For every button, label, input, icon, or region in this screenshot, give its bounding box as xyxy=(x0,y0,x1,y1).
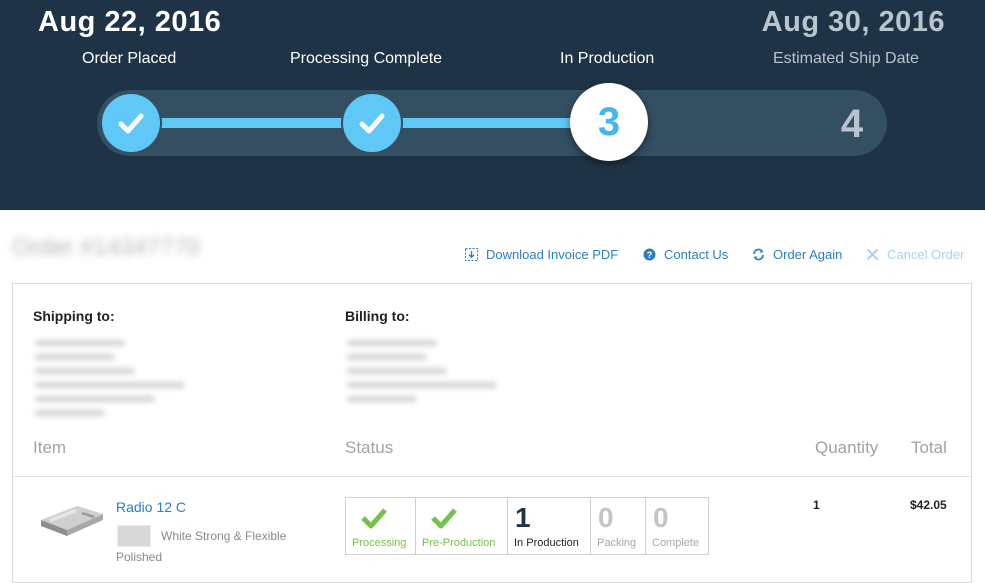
status-count-in-production: 1 xyxy=(515,502,531,533)
order-number-title: Order #14347770 xyxy=(12,234,201,261)
table-divider xyxy=(13,476,971,477)
status-count-complete: 0 xyxy=(653,502,669,533)
question-circle-icon: ? xyxy=(643,248,656,261)
item-total: $42.05 xyxy=(910,498,947,512)
order-details-panel: Shipping to: Billing to: Item Status Qua… xyxy=(12,283,972,583)
item-finish: Polished xyxy=(116,550,163,564)
step-3-current-node: 3 xyxy=(570,83,648,161)
status-caption-complete: Complete xyxy=(652,537,700,549)
step-label-in-production: In Production xyxy=(560,50,655,67)
download-icon xyxy=(465,248,478,261)
status-caption-in-production: In Production xyxy=(514,537,579,549)
status-cell-processing: Processing xyxy=(346,498,416,554)
item-thumbnail[interactable] xyxy=(37,492,105,540)
download-invoice-link[interactable]: Download Invoice PDF xyxy=(465,247,618,262)
order-placed-date: Aug 22, 2016 xyxy=(38,6,222,38)
step-4-future-node: 4 xyxy=(840,101,864,146)
status-caption-pre-production: Pre-Production xyxy=(422,537,496,549)
checkmark-icon xyxy=(361,508,387,529)
status-caption-processing: Processing xyxy=(352,537,407,549)
column-header-item: Item xyxy=(33,438,67,457)
item-material: White Strong & Flexible xyxy=(161,529,287,543)
refresh-icon xyxy=(752,248,765,261)
cancel-order-label: Cancel Order xyxy=(887,247,965,262)
step-1-complete-node xyxy=(100,92,162,154)
cancel-order-link[interactable]: Cancel Order xyxy=(866,247,964,262)
checkmark-icon xyxy=(118,113,144,134)
item-status-breakdown: Processing Pre-Production 1 In Productio… xyxy=(345,497,709,555)
checkmark-icon xyxy=(431,508,457,529)
checkmark-icon xyxy=(359,113,385,134)
contact-us-label: Contact Us xyxy=(664,247,729,262)
column-header-total: Total xyxy=(911,438,947,457)
shipping-address-redacted xyxy=(35,340,185,424)
svg-text:?: ? xyxy=(647,250,653,260)
close-icon xyxy=(866,248,879,261)
status-count-packing: 0 xyxy=(598,502,614,533)
status-cell-packing: 0 Packing xyxy=(591,498,646,554)
billing-to-label: Billing to: xyxy=(345,308,410,324)
column-header-status: Status xyxy=(345,438,394,457)
order-again-link[interactable]: Order Again xyxy=(752,247,842,262)
status-cell-complete: 0 Complete xyxy=(646,498,708,554)
item-name-link[interactable]: Radio 12 C xyxy=(116,499,186,515)
order-progress-tracker: Aug 22, 2016 Aug 30, 2016 Order Placed P… xyxy=(0,0,985,210)
billing-address-redacted xyxy=(347,340,497,410)
order-again-label: Order Again xyxy=(773,247,843,262)
step-label-order-placed: Order Placed xyxy=(82,50,177,67)
download-invoice-label: Download Invoice PDF xyxy=(486,247,619,262)
status-cell-pre-production: Pre-Production xyxy=(416,498,508,554)
step-label-processing-complete: Processing Complete xyxy=(290,50,443,67)
item-quantity: 1 xyxy=(813,498,820,512)
estimated-ship-date: Aug 30, 2016 xyxy=(761,6,945,38)
step-2-complete-node xyxy=(341,92,403,154)
column-header-quantity: Quantity xyxy=(815,438,879,457)
material-swatch xyxy=(117,525,151,547)
status-cell-in-production: 1 In Production xyxy=(508,498,591,554)
step-label-estimated-ship-date: Estimated Ship Date xyxy=(773,50,919,67)
status-caption-packing: Packing xyxy=(597,537,637,549)
contact-us-link[interactable]: ? Contact Us xyxy=(643,247,728,262)
shipping-to-label: Shipping to: xyxy=(33,308,115,324)
